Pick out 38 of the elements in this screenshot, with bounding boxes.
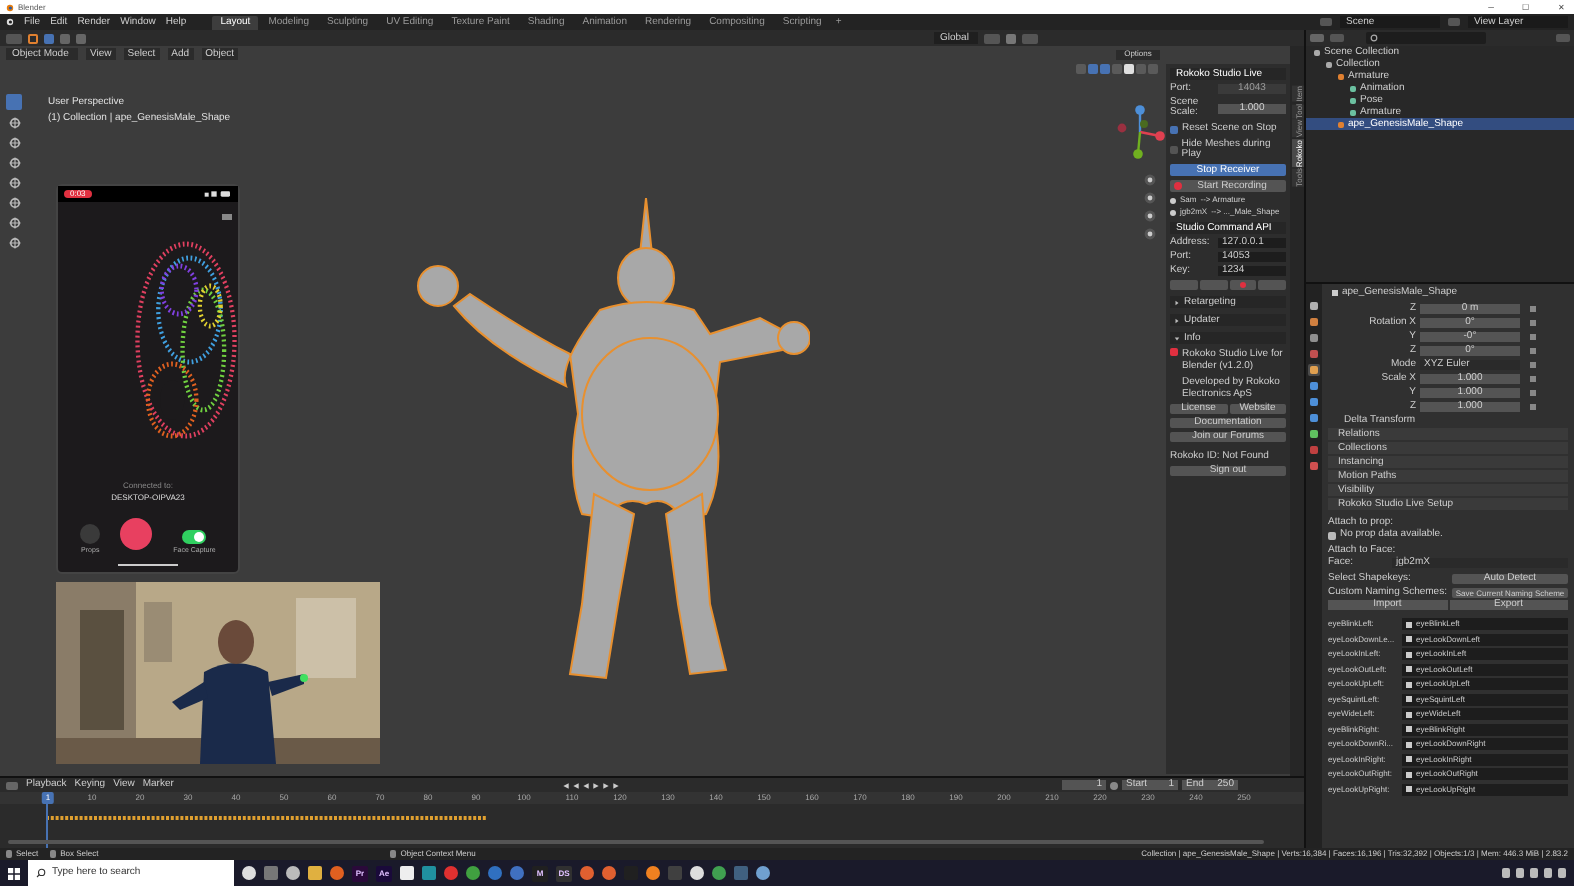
app-icon[interactable] [242,866,256,880]
rokoko-logo-icon [1170,348,1178,356]
property-tab-icon[interactable] [1308,364,1320,376]
property-tab-icon[interactable] [1308,444,1320,456]
object-icon [1332,290,1338,296]
start-icon [8,867,20,879]
home-indicator [118,564,178,566]
property-tab-icon[interactable] [1308,348,1320,360]
property-tab-icon[interactable] [1308,396,1320,408]
jump-end-icon [611,781,620,789]
app-icon[interactable] [712,866,726,880]
app-icon[interactable] [286,866,300,880]
property-tab-icon[interactable] [1308,316,1320,328]
search-icon [36,868,46,878]
record-button[interactable] [120,518,153,550]
solid-shading-icon[interactable] [1124,64,1134,74]
zoom-icon [1144,174,1156,186]
playhead-line [46,804,48,848]
scrollbar[interactable] [8,840,1264,844]
checkbox[interactable] [1170,146,1178,154]
select-tool-icon [28,33,38,43]
property-tab-icon[interactable] [1308,332,1320,344]
property-tab-icon[interactable] [1308,412,1320,424]
phone-status-icon [204,190,232,198]
clock-icon [1110,781,1118,789]
app-icon[interactable] [690,866,704,880]
record-icon[interactable] [1229,280,1257,290]
app-icon[interactable] [756,866,770,880]
property-tab-icon[interactable] [1308,300,1320,312]
app-icon[interactable] [466,866,480,880]
property-tab-icon[interactable] [1308,380,1320,392]
record-icon [1174,182,1182,190]
app-icon[interactable] [646,866,660,880]
toggle-switch[interactable] [182,529,207,543]
property-tab-icon[interactable] [1308,428,1320,440]
checkbox[interactable] [1170,125,1178,133]
property-tab-icon[interactable] [1308,460,1320,472]
cursor-tool-icon [7,116,21,130]
